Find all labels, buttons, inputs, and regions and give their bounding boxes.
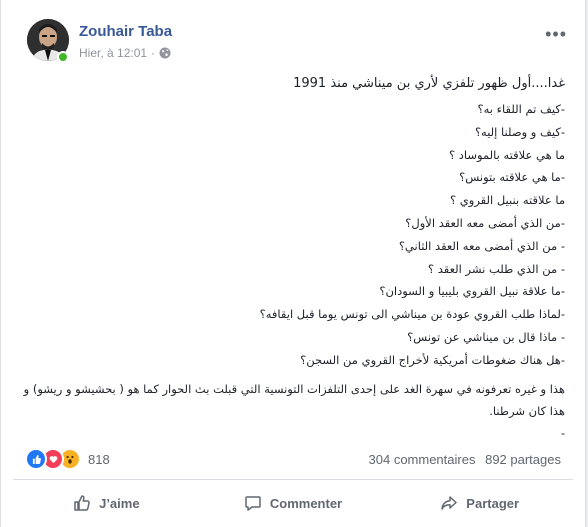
comment-button[interactable]: Commenter xyxy=(200,482,387,524)
reactions-summary[interactable]: 818 xyxy=(25,448,110,470)
post-card: Zouhair Taba Hier, à 12:01 · ••• غدا....… xyxy=(0,0,586,527)
question-line: ما هي علاقته بالموساد ؟ xyxy=(449,147,565,162)
author-name[interactable]: Zouhair Taba xyxy=(79,23,172,40)
question-line: - من الذي طلب نشر العقد ؟ xyxy=(428,261,565,276)
more-options-icon[interactable]: ••• xyxy=(545,24,567,45)
question-line: ما علاقته بنبيل القروي ؟ xyxy=(450,193,565,208)
question-list: -كيف تم اللقاء به؟ -كيف و وصلنا إليه؟ ما… xyxy=(21,98,565,372)
post-meta: Hier, à 12:01 · xyxy=(79,46,171,60)
engagement-counts: 304 commentaires 892 partages xyxy=(369,452,561,467)
like-reaction-icon xyxy=(25,448,47,470)
public-globe-icon xyxy=(159,47,171,59)
post-headline: غدا....أول ظهور تلفزي لأري بن ميناشي منذ… xyxy=(293,76,565,91)
comment-icon xyxy=(245,496,261,511)
share-icon xyxy=(441,496,458,510)
question-line: - من الذي أمضى معه العقد الثاني؟ xyxy=(398,238,565,253)
question-line: -لماذا طلب القروي عودة بن ميناشي الى تون… xyxy=(259,307,565,322)
post-actions-bar: J’aime Commenter Partager xyxy=(13,482,573,524)
share-button-label: Partager xyxy=(466,495,520,511)
post-trailing-dash: - xyxy=(560,425,565,440)
question-line: -ما علاقة نبيل القروي بليبيا و السودان؟ xyxy=(379,284,565,299)
comment-button-label: Commenter xyxy=(269,495,343,511)
online-status-dot xyxy=(57,51,69,63)
comments-count-link[interactable]: 304 commentaires xyxy=(369,452,476,467)
shares-count-link[interactable]: 892 partages xyxy=(485,452,561,467)
like-button-label: J’aime xyxy=(99,495,140,511)
post-time[interactable]: Hier, à 12:01 xyxy=(79,46,147,60)
thumbs-up-icon xyxy=(74,495,90,511)
question-line: -من الذي أمضى معه العقد الأول؟ xyxy=(405,215,565,230)
reactions-count: 818 xyxy=(88,451,110,467)
question-line: -كيف تم اللقاء به؟ xyxy=(477,102,565,116)
actions-divider xyxy=(13,479,573,480)
question-line: -ما هي علاقته بتونس؟ xyxy=(459,170,565,185)
meta-separator: · xyxy=(151,46,156,60)
post-closing-paragraph: هذا و غيره تعرفونه في سهرة الغد على إحدى… xyxy=(23,381,565,418)
question-line: -هل هناك ضغوطات أمريكية لأخراج القروي من… xyxy=(300,352,565,367)
question-line: - ماذا قال بن ميناشي عن تونس؟ xyxy=(407,329,565,344)
share-button[interactable]: Partager xyxy=(386,482,573,524)
post-text: غدا....أول ظهور تلفزي لأري بن ميناشي منذ… xyxy=(21,70,565,444)
question-line: -كيف و وصلنا إليه؟ xyxy=(474,124,565,139)
like-button[interactable]: J’aime xyxy=(13,482,200,524)
